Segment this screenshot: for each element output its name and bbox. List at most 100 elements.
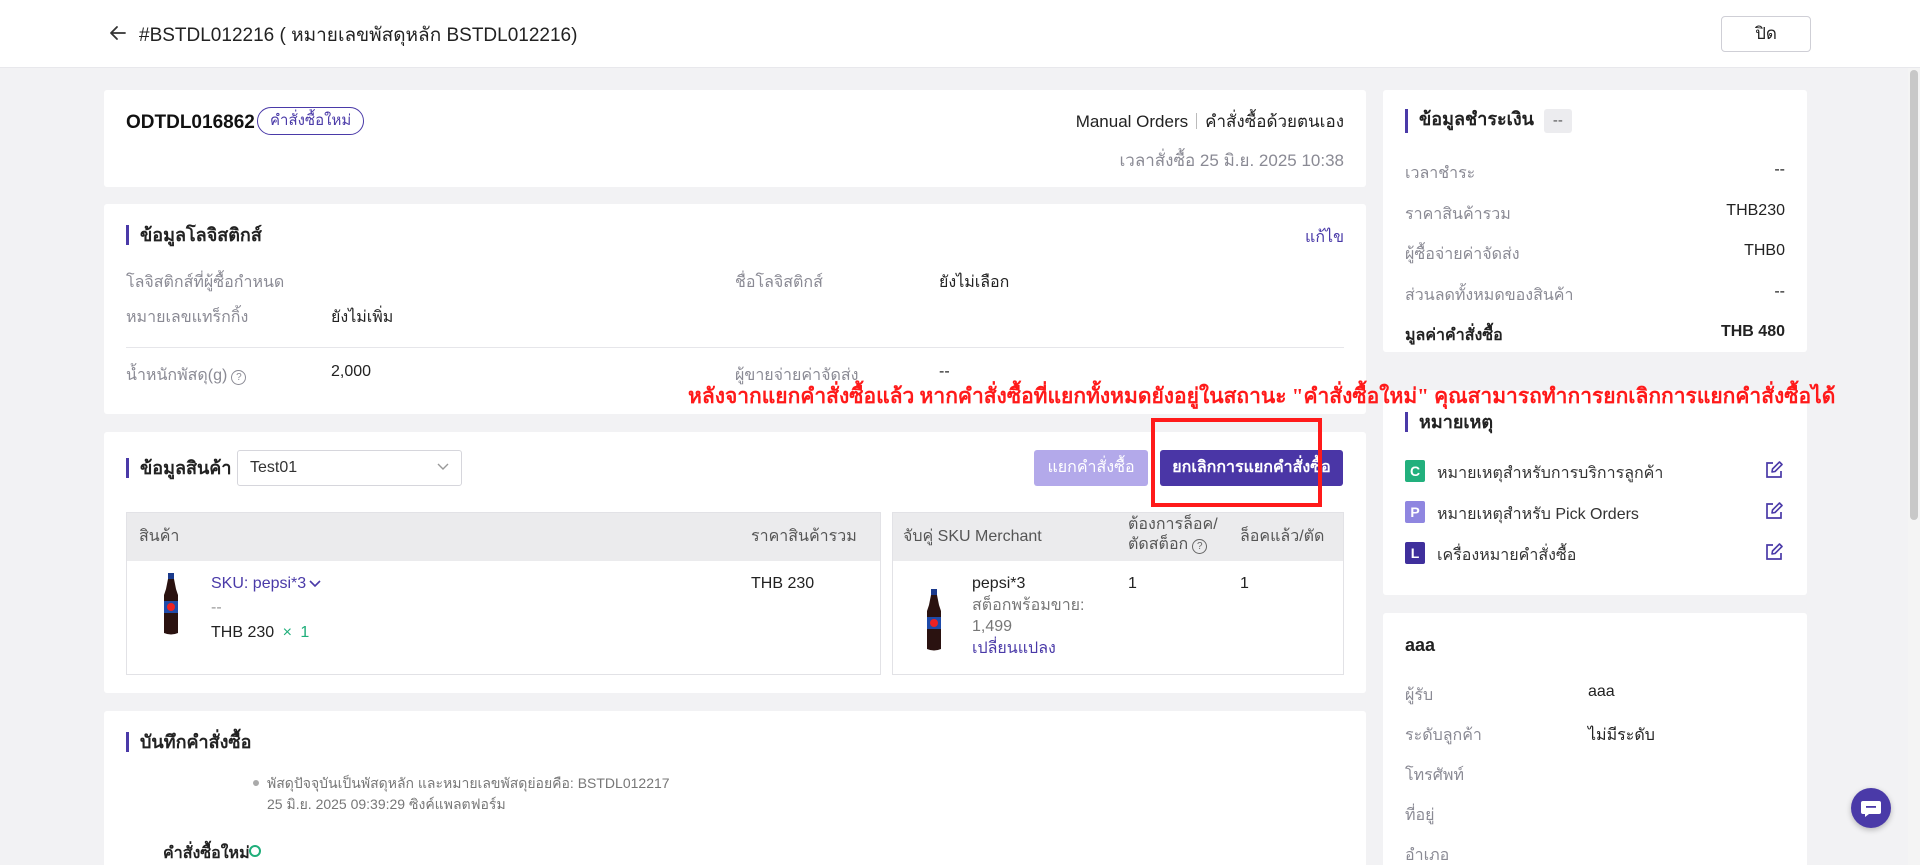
buyer-shipping-value: THB0 <box>1744 242 1785 259</box>
customer-level-value: ไม่มีระดับ <box>1588 727 1655 744</box>
edit-icon[interactable] <box>1764 542 1784 562</box>
logistics-edit-link[interactable]: แก้ไข <box>1305 225 1344 250</box>
weight-label-text: น้ำหนักพัสดุ(g) <box>126 367 228 384</box>
pay-time-label: เวลาชำระ <box>1405 165 1476 182</box>
order-summary-card: ODTDL016862 คำสั่งซื้อใหม่ Manual Orders… <box>104 90 1366 187</box>
edit-icon[interactable] <box>1764 501 1784 521</box>
help-icon[interactable]: ? <box>231 370 247 385</box>
tracking-label: หมายเลขแทร็กกิ้ง <box>126 309 249 326</box>
discount-label: ส่วนลดทั้งหมดของสินค้า <box>1405 287 1574 304</box>
split-order-button[interactable]: แยกคำสั่งซื้อ <box>1034 450 1148 486</box>
payment-card: ข้อมูลชำระเงิน -- เวลาชำระ -- ราคาสินค้าร… <box>1383 90 1807 352</box>
pepsi-bottle-image <box>164 573 178 635</box>
logistics-name-value: ยังไม่เลือก <box>939 274 1010 291</box>
note-letter-c: C <box>1405 460 1425 482</box>
product-table: สินค้า ราคาสินค้ารวม SKU: pepsi*3 -- THB… <box>126 512 881 675</box>
order-source-type: คำสั่งซื้อด้วยตนเอง <box>1205 112 1344 131</box>
order-log-card: บันทึกคำสั่งซื้อ พัสดุปัจจุบันเป็นพัสดุห… <box>104 711 1366 865</box>
store-select[interactable]: Test01 <box>237 450 462 486</box>
pay-time-value: -- <box>1774 161 1785 178</box>
edit-icon[interactable] <box>1764 460 1784 480</box>
col-product: สินค้า <box>139 528 180 545</box>
note-letter-p: P <box>1405 501 1425 523</box>
help-icon[interactable]: ? <box>1192 539 1208 554</box>
order-status-badge: คำสั่งซื้อใหม่ <box>257 107 365 135</box>
note-letter-l: L <box>1405 542 1425 564</box>
stock-value: 1,499 <box>972 618 1013 635</box>
page-title: #BSTDL012216 ( หมายเลขพัสดุหลัก BSTDL012… <box>139 25 578 46</box>
annotation-highlight-box <box>1151 418 1322 507</box>
shipping-payer-value: -- <box>939 363 950 380</box>
payment-status-badge: -- <box>1543 109 1572 133</box>
goods-total-label: ราคาสินค้ารวม <box>1405 206 1511 223</box>
pepsi-bottle-image <box>927 589 941 651</box>
customer-card: aaa ผู้รับ aaa ระดับลูกค้า ไม่มีระดับ โท… <box>1383 613 1807 865</box>
logistics-name-label: ชื่อโลจิสติกส์ <box>735 274 823 291</box>
chat-icon <box>1861 801 1881 817</box>
chevron-down-icon <box>309 580 321 588</box>
product-total: THB 230 <box>751 575 815 592</box>
order-total-label: มูลค่าคำสั่งซื้อ <box>1405 327 1503 344</box>
receiver-label: ผู้รับ <box>1405 687 1434 704</box>
order-number: ODTDL016862 <box>126 112 255 133</box>
order-time: เวลาสั่งซื้อ 25 มิ.ย. 2025 10:38 <box>1119 151 1344 170</box>
store-select-value: Test01 <box>250 459 298 476</box>
col-need-lock: ต้องการล็อค/ ตัดสต็อก? <box>1128 515 1218 555</box>
payment-title-text: ข้อมูลชำระเงิน <box>1419 109 1534 129</box>
buyer-shipping-label: ผู้ซื้อจ่ายค่าจัดส่ง <box>1405 246 1520 263</box>
log-entry-time: 25 มิ.ย. 2025 09:39:29 ซิงค์แพลตฟอร์ม <box>267 796 506 812</box>
note-label-pick-orders: หมายเหตุสำหรับ Pick Orders <box>1437 506 1639 523</box>
discount-value: -- <box>1774 283 1785 300</box>
change-sku-link[interactable]: เปลี่ยนแปลง <box>972 639 1056 659</box>
note-pick-orders[interactable]: P หมายเหตุสำหรับ Pick Orders <box>1405 501 1785 523</box>
col-sku-merchant: จับคู่ SKU Merchant <box>903 528 1042 545</box>
product-sku-link[interactable]: SKU: pepsi*3 <box>211 574 321 594</box>
tracking-value: ยังไม่เพิ่ม <box>331 309 394 326</box>
logistics-divider <box>126 347 1344 348</box>
close-button[interactable]: ปิด <box>1721 16 1811 52</box>
need-lock-value: 1 <box>1128 575 1137 592</box>
merchant-sku-name: pepsi*3 <box>972 575 1026 592</box>
chevron-down-icon <box>437 463 449 470</box>
order-log-title: บันทึกคำสั่งซื้อ <box>126 732 251 752</box>
col-need-lock-line2-text: ตัดสต็อก <box>1128 536 1189 553</box>
phone-label: โทรศัพท์ <box>1405 767 1464 784</box>
goods-total-value: THB230 <box>1726 202 1785 219</box>
logistics-title: ข้อมูลโลจิสติกส์ <box>126 225 262 245</box>
product-sku: SKU: pepsi*3 <box>211 575 307 592</box>
log-entry-dot <box>253 780 259 786</box>
order-source-label: Manual Orders <box>1075 112 1189 131</box>
stock-label: สต็อกพร้อมขาย: <box>972 597 1085 614</box>
receiver-value: aaa <box>1588 683 1615 700</box>
times-icon: × <box>282 624 292 641</box>
annotation-text: หลังจากแยกคำสั่งซื้อแล้ว หากคำสั่งซื้อที… <box>688 384 1836 408</box>
customer-level-label: ระดับลูกค้า <box>1405 727 1482 744</box>
col-locked: ล็อคแล้ว/ตัด <box>1240 528 1325 545</box>
note-order-mark[interactable]: L เครื่องหมายคำสั่งซื้อ <box>1405 542 1785 564</box>
source-divider <box>1196 113 1198 129</box>
order-source: Manual Orders คำสั่งซื้อด้วยตนเอง <box>1076 108 1344 135</box>
address-label: ที่อยู่ <box>1405 807 1435 824</box>
note-customer-service[interactable]: C หมายเหตุสำหรับการบริการลูกค้า <box>1405 460 1785 482</box>
buyer-logistics-label: โลจิสติกส์ที่ผู้ซื้อกำหนด <box>126 274 285 291</box>
note-label-order-mark: เครื่องหมายคำสั่งซื้อ <box>1437 547 1577 564</box>
back-arrow-icon[interactable] <box>107 22 129 44</box>
note-label-customer-service: หมายเหตุสำหรับการบริการลูกค้า <box>1437 465 1664 482</box>
col-need-lock-line1: ต้องการล็อค/ <box>1128 516 1218 533</box>
notes-card: หมายเหตุ C หมายเหตุสำหรับการบริการลูกค้า… <box>1383 390 1807 595</box>
log-entry-text: พัสดุปัจจุบันเป็นพัสดุหลัก และหมายเลขพัส… <box>267 775 670 791</box>
product-quantity: 1 <box>300 624 310 641</box>
order-total-value: THB 480 <box>1720 323 1785 340</box>
district-label: อำเภอ <box>1405 847 1450 864</box>
product-unit-price: THB 230 <box>211 624 275 641</box>
notes-title: หมายเหตุ <box>1405 412 1493 432</box>
chat-button[interactable] <box>1851 788 1891 828</box>
product-variant: -- <box>211 599 222 616</box>
top-bar: #BSTDL012216 ( หมายเลขพัสดุหลัก BSTDL012… <box>0 0 1920 68</box>
products-title: ข้อมูลสินค้า <box>126 458 231 478</box>
scrollbar-thumb[interactable] <box>1910 70 1918 520</box>
weight-value: 2,000 <box>331 363 372 380</box>
customer-name: aaa <box>1405 635 1436 655</box>
log-status-label: คำสั่งซื้อใหม่ <box>163 845 250 862</box>
payment-title: ข้อมูลชำระเงิน -- <box>1405 109 1572 133</box>
